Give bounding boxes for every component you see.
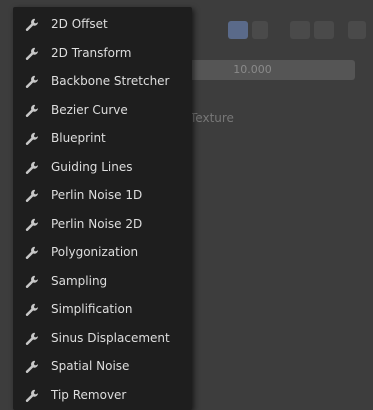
menu-item[interactable]: Sampling xyxy=(13,267,192,295)
menu-item[interactable]: Backbone Stretcher xyxy=(13,67,192,95)
menu-item-label: Blueprint xyxy=(51,131,106,145)
menu-item[interactable]: Polygonization xyxy=(13,238,192,266)
wrench-icon xyxy=(25,388,39,402)
menu-item-label: Tip Remover xyxy=(51,387,127,402)
menu-item[interactable]: Spatial Noise xyxy=(13,352,192,380)
wrench-icon xyxy=(25,331,39,345)
texture-label: Texture xyxy=(190,111,234,125)
wrench-icon xyxy=(25,359,39,374)
wrench-icon xyxy=(25,74,39,89)
wrench-icon xyxy=(25,131,39,146)
menu-item[interactable]: Bezier Curve xyxy=(13,96,192,124)
menu-item-label: Polygonization xyxy=(51,245,139,259)
menu-item-label: Bezier Curve xyxy=(51,102,128,117)
menu-item[interactable]: 2D Transform xyxy=(13,39,192,67)
wrench-icon xyxy=(25,160,39,174)
menu-item[interactable]: Guiding Lines xyxy=(13,153,192,181)
menu-item[interactable]: Tip Remover xyxy=(13,381,192,409)
menu-item-label: Backbone Stretcher xyxy=(51,74,170,88)
menu-item[interactable]: Blueprint xyxy=(13,124,192,152)
toggle-button[interactable] xyxy=(228,21,248,39)
menu-item-label: Perlin Noise 1D xyxy=(51,188,143,202)
menu-item[interactable]: Sinus Displacement xyxy=(13,324,192,352)
wrench-icon xyxy=(25,274,39,288)
wrench-icon xyxy=(25,245,39,260)
menu-item[interactable]: 2D Offset xyxy=(13,10,192,38)
copy-button[interactable] xyxy=(252,21,268,39)
modifier-dropdown-menu: 2D Offset 2D Transform Backbone Stretcher B… xyxy=(13,7,192,410)
wrench-icon xyxy=(25,188,39,203)
menu-item-label: 2D Offset xyxy=(51,17,108,31)
menu-item-label: Perlin Noise 2D xyxy=(51,216,143,231)
menu-item-label: Sampling xyxy=(51,273,108,288)
wrench-icon xyxy=(25,103,39,117)
menu-item[interactable]: Perlin Noise 2D xyxy=(13,210,192,238)
close-button[interactable] xyxy=(348,21,366,39)
move-up-button[interactable] xyxy=(290,21,310,39)
panel-toolbar xyxy=(200,18,373,42)
menu-item-label: Spatial Noise xyxy=(51,359,130,373)
menu-item-label: 2D Transform xyxy=(51,45,132,60)
wrench-icon xyxy=(25,302,39,317)
menu-item-label: Simplification xyxy=(51,302,133,316)
menu-item-label: Sinus Displacement xyxy=(51,330,170,345)
wrench-icon xyxy=(25,17,39,32)
wrench-icon xyxy=(25,46,39,60)
menu-item-label: Guiding Lines xyxy=(51,159,133,174)
menu-item[interactable]: Perlin Noise 1D xyxy=(13,181,192,209)
move-down-button[interactable] xyxy=(314,21,334,39)
wrench-icon xyxy=(25,217,39,231)
menu-item[interactable]: Simplification xyxy=(13,295,192,323)
